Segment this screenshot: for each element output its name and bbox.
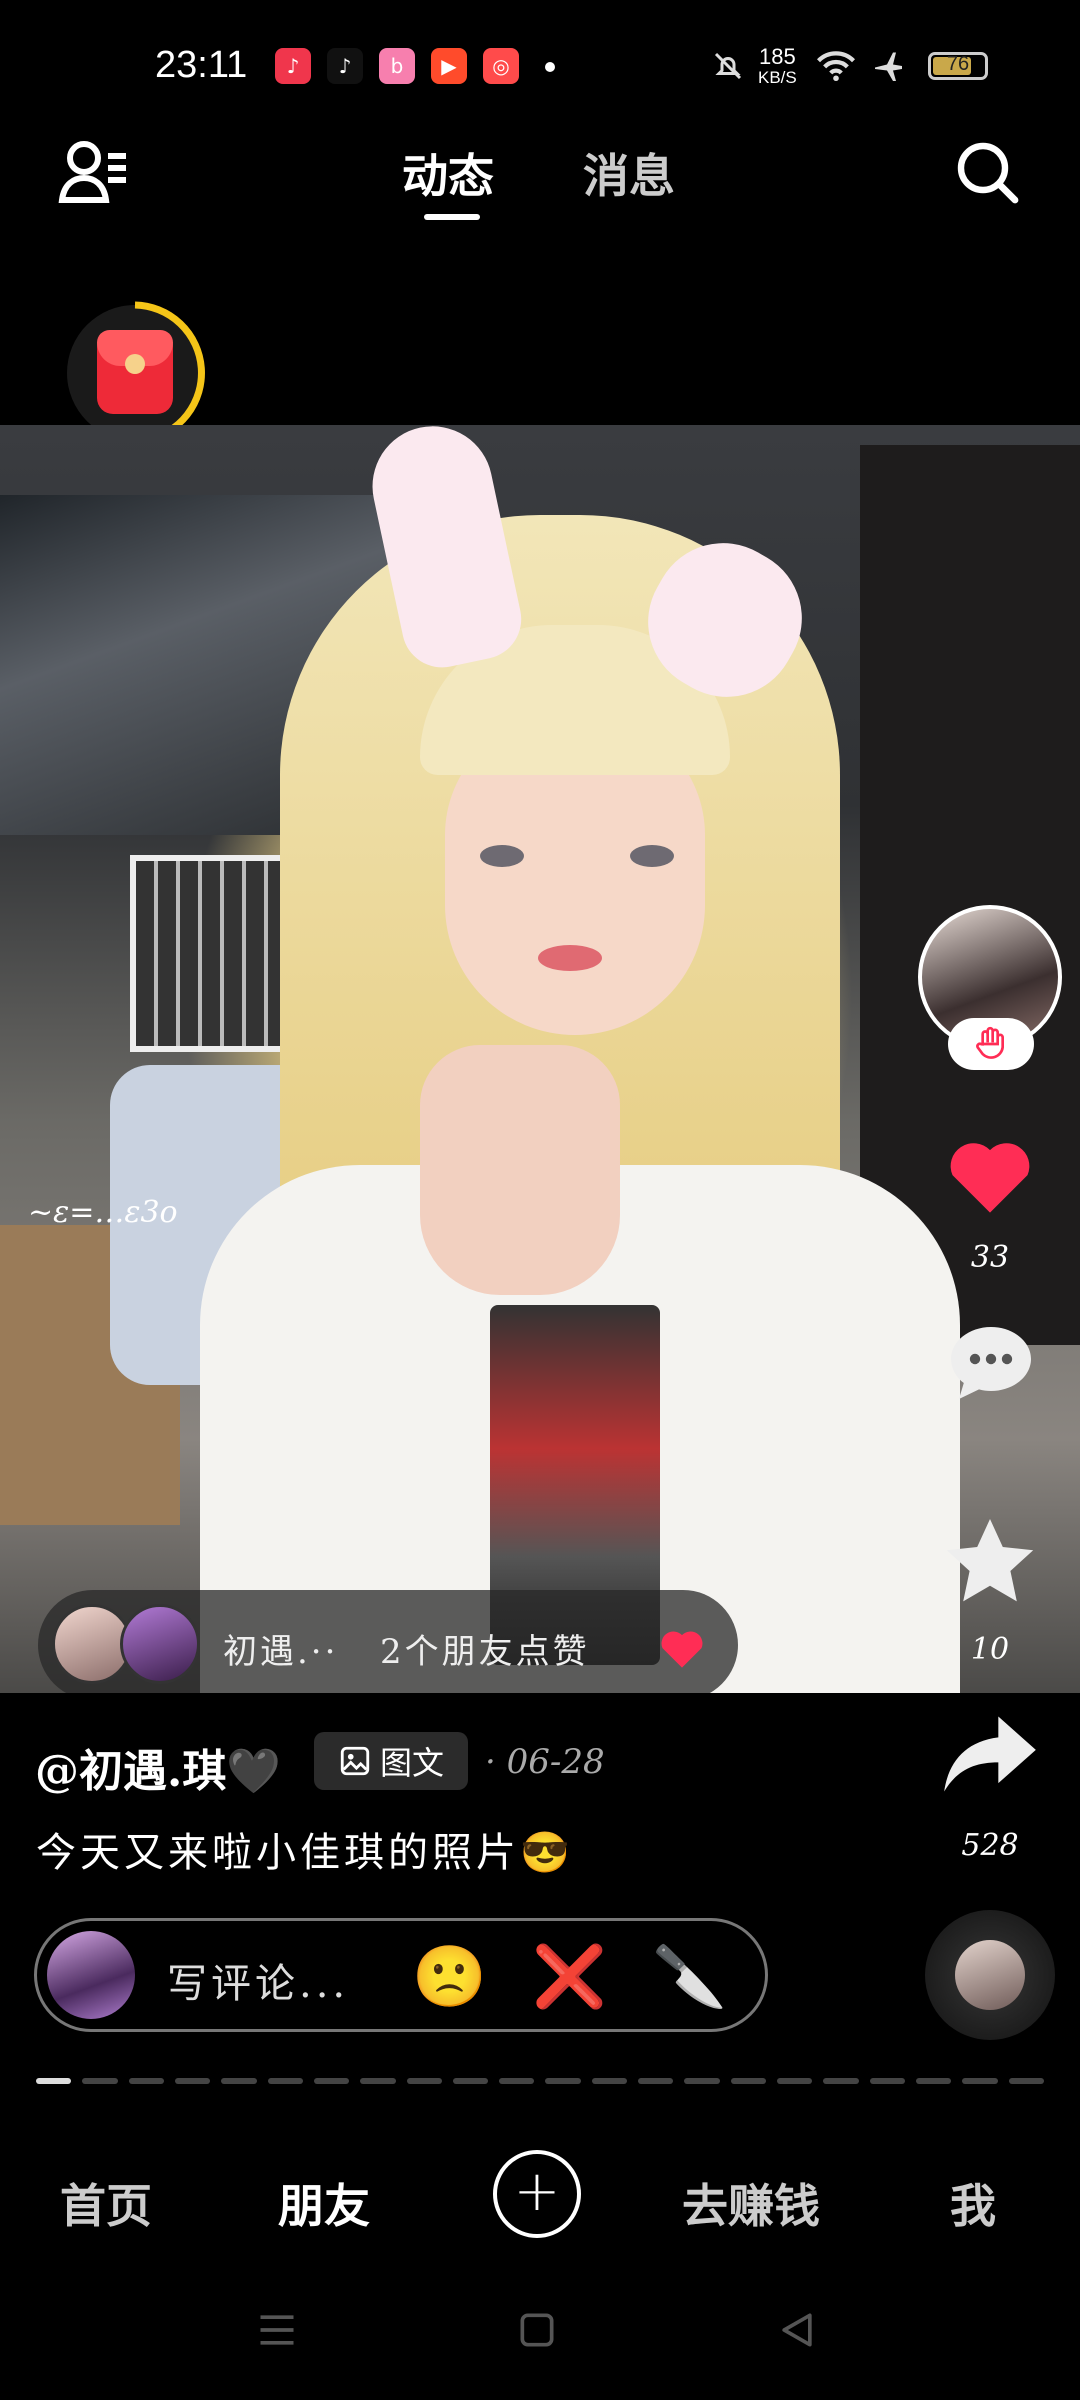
follow-wave-button[interactable] <box>948 1018 1034 1070</box>
emoji-cleaver-button[interactable]: 🔪 <box>652 1941 727 2012</box>
tab-dynamics[interactable]: 动态 <box>402 140 494 206</box>
like-heart-icon[interactable] <box>940 1125 1040 1217</box>
active-tab-indicator <box>424 214 480 220</box>
bottom-nav-friends[interactable]: 朋友 <box>278 2170 370 2236</box>
plus-icon: + <box>513 2158 561 2224</box>
progress-segment <box>452 2078 489 2084</box>
progress-segment <box>638 2078 674 2084</box>
post-type-label: 图文 <box>379 1744 444 1782</box>
friends-liked-text: 2个朋友点赞 <box>380 1632 590 1672</box>
mute-bell-icon <box>714 52 742 80</box>
progress-segment <box>221 2078 257 2084</box>
bottom-nav-home[interactable]: 首页 <box>60 2170 152 2236</box>
network-speed-unit: KB/S <box>758 68 797 87</box>
emoji-sad-button[interactable]: 🙁 <box>412 1941 487 2012</box>
bottom-nav-me[interactable]: 我 <box>950 2170 996 2236</box>
progress-segment <box>730 2078 766 2084</box>
friend-name: 初遇.·· <box>223 1632 339 1672</box>
progress-segment <box>591 2078 628 2084</box>
progress-segment <box>684 2078 720 2084</box>
like-count: 33 <box>970 1240 1010 1275</box>
progress-segment-active <box>36 2078 72 2084</box>
comment-placeholder[interactable]: 写评论... <box>167 1951 349 2009</box>
post-type-badge[interactable]: 图文 <box>314 1732 468 1790</box>
music-disc-button[interactable] <box>925 1910 1055 2040</box>
status-bar: 23:11 ♪ ♪ b ▶ ◎ 185 KB/S 76 <box>0 0 1080 130</box>
tab-messages[interactable]: 消息 <box>583 140 675 206</box>
status-time: 23:11 <box>155 44 248 86</box>
home-square-icon[interactable] <box>515 2308 559 2352</box>
music-disc-cover <box>955 1940 1025 2010</box>
share-count: 528 <box>961 1828 1019 1863</box>
red-packet-icon <box>97 330 173 414</box>
progress-segment <box>962 2078 998 2084</box>
bottom-nav-earn[interactable]: 去赚钱 <box>682 2170 820 2236</box>
network-speed-value: 185 <box>759 44 796 69</box>
battery-indicator: 76 <box>928 52 988 80</box>
lips <box>538 945 602 971</box>
bilibili-app-icon: b <box>379 48 415 84</box>
photo-overlay-text: ~ε=…ε3o <box>28 1195 178 1230</box>
right-eye <box>630 845 674 867</box>
image-progress-indicator <box>36 2078 1044 2086</box>
progress-segment <box>777 2078 813 2084</box>
waving-hand-icon <box>976 1026 1004 1059</box>
friend-avatar-2 <box>120 1604 200 1684</box>
progress-segment <box>267 2078 303 2084</box>
progress-segment <box>915 2078 952 2084</box>
progress-segment <box>313 2078 350 2084</box>
image-icon <box>340 1746 370 1776</box>
recent-apps-icon[interactable] <box>255 2308 299 2352</box>
comment-bubble-icon[interactable] <box>943 1318 1039 1408</box>
wifi-icon <box>817 51 855 82</box>
back-triangle-icon[interactable] <box>775 2308 819 2352</box>
camera-app-icon: ◎ <box>483 48 519 84</box>
post-photo[interactable]: ~ε=…ε3o 初遇.·· 2个朋友点赞 <box>0 425 1080 1693</box>
progress-segment <box>869 2078 905 2084</box>
heart-icon <box>661 1631 703 1668</box>
progress-segment <box>823 2078 859 2084</box>
notification-dot-icon <box>545 62 555 72</box>
profile-menu-icon[interactable] <box>58 138 130 206</box>
left-eye <box>480 845 524 867</box>
post-date: · 06-28 <box>485 1742 605 1782</box>
video-app-icon: ▶ <box>431 48 467 84</box>
progress-segment <box>545 2078 581 2084</box>
progress-segment <box>360 2078 396 2084</box>
progress-segment <box>499 2078 535 2084</box>
battery-percent: 76 <box>946 53 970 75</box>
post-caption[interactable]: 今天又来啦小佳琪的照片😎 <box>36 1820 574 1878</box>
music-app-icon: ♪ <box>275 48 311 84</box>
favorite-count: 10 <box>970 1632 1010 1667</box>
progress-segment <box>1008 2078 1044 2084</box>
progress-segment <box>128 2078 164 2084</box>
friends-liked-pill[interactable]: 初遇.·· 2个朋友点赞 <box>38 1590 738 1693</box>
comment-input-bar[interactable]: 写评论... 🙁 ❌ 🔪 <box>34 1918 768 2032</box>
progress-segment <box>174 2078 211 2084</box>
post-author[interactable]: @初遇.琪🖤 <box>35 1735 281 1799</box>
hand <box>420 1045 620 1295</box>
search-icon[interactable] <box>955 140 1021 206</box>
emoji-cross-button[interactable]: ❌ <box>532 1941 607 2012</box>
my-avatar <box>47 1931 135 2019</box>
airplane-icon <box>875 52 902 81</box>
share-arrow-icon[interactable] <box>940 1712 1040 1796</box>
favorite-star-icon[interactable] <box>942 1515 1038 1607</box>
progress-segment <box>82 2078 118 2084</box>
create-post-button[interactable]: + <box>493 2150 581 2238</box>
tiktok-app-icon: ♪ <box>327 48 363 84</box>
progress-segment <box>406 2078 442 2084</box>
network-speed: 185 KB/S <box>758 46 797 88</box>
